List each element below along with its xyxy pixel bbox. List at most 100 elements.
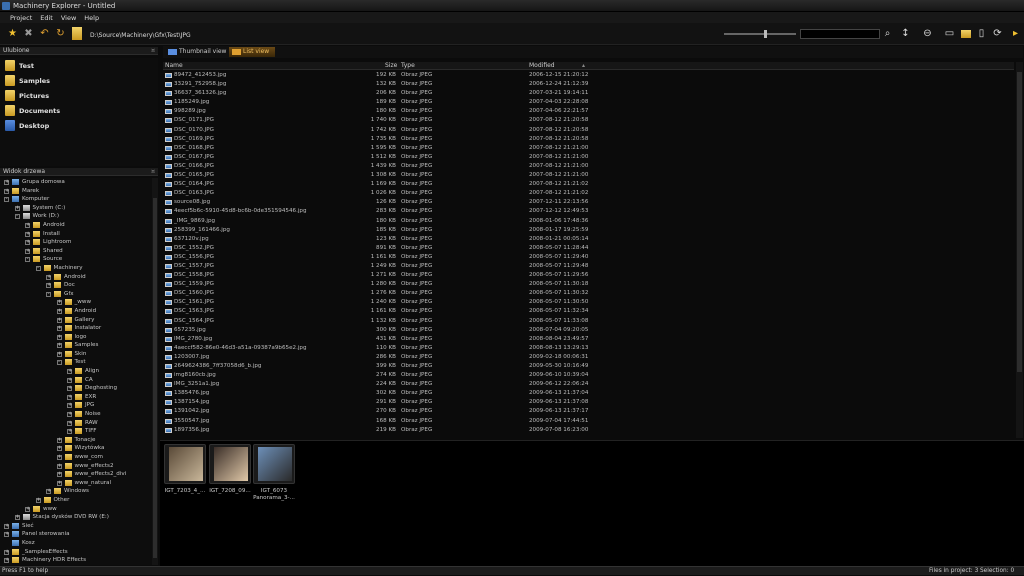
file-row[interactable]: 36637_361326.jpg 206 KB Obraz JPEG 2007-03-… [163,89,1014,98]
column-type[interactable]: Type [401,62,415,70]
file-row[interactable]: IMG_3251a1.jpg 224 KB Obraz JPEG 2009-06-12… [163,380,1014,389]
favorite-desktop[interactable]: Desktop [0,118,158,133]
tree-item[interactable]: + CA [0,376,152,385]
tree-item[interactable]: + logo [0,333,152,342]
tree-item[interactable]: + Shared [0,247,152,256]
tree-item[interactable]: - Test [0,358,152,367]
sort-icon[interactable]: ↕ [900,28,911,39]
favorite-samples[interactable]: Samples [0,73,158,88]
collapse-icon[interactable]: - [4,197,9,203]
tree-item[interactable]: - Machinery [0,264,152,273]
pin-icon[interactable]: ¤ [151,168,155,176]
star-icon[interactable]: ★ [7,28,18,39]
file-row[interactable]: 1385476.jpg 302 KB Obraz JPEG 2009-06-13 21… [163,389,1014,398]
expand-icon[interactable]: + [67,394,72,400]
tree-item[interactable]: + Android [0,221,152,230]
file-row[interactable]: 3550547.jpg 168 KB Obraz JPEG 2009-07-04 17… [163,417,1014,426]
file-row[interactable]: DSC_0169.JPG 1 735 KB Obraz JPEG 2007-08-12… [163,135,1014,144]
expand-icon[interactable]: + [56,300,62,306]
expand-icon[interactable]: + [25,248,30,254]
expand-icon[interactable]: + [25,231,30,237]
file-row[interactable]: DSC_0170.JPG 1 742 KB Obraz JPEG 2007-08-12… [163,126,1014,135]
expand-icon[interactable]: + [56,463,62,469]
expand-icon[interactable]: + [46,489,51,495]
collapse-icon[interactable]: - [14,214,20,220]
menu-edit[interactable]: Edit [36,12,57,22]
file-row[interactable]: DSC_1560.JPG 1 276 KB Obraz JPEG 2008-05-07… [163,289,1014,298]
close-icon[interactable]: ✖ [23,28,34,39]
tree-item[interactable]: + RAW [0,419,152,428]
tree-item[interactable]: - Gfx [0,290,152,299]
expand-icon[interactable]: + [56,437,62,443]
file-row[interactable]: _IMG_9869.jpg 180 KB Obraz JPEG 2008-01-06 … [163,217,1014,226]
view-mode-icon[interactable]: ▭ [944,28,955,39]
document-icon[interactable]: ▯ [976,28,987,39]
list-scrollbar[interactable] [1016,62,1023,438]
search-icon[interactable]: ⌕ [882,28,893,39]
expand-icon[interactable]: + [56,351,62,357]
file-row[interactable]: DSC_1561.JPG 1 240 KB Obraz JPEG 2008-05-07… [163,298,1014,307]
expand-icon[interactable]: + [67,369,72,375]
file-row[interactable]: DSC_0164.JPG 1 169 KB Obraz JPEG 2007-08-12… [163,180,1014,189]
refresh-icon[interactable]: ⟳ [992,28,1003,39]
file-row[interactable]: DSC_1557.JPG 1 249 KB Obraz JPEG 2008-05-07… [163,262,1014,271]
tree-item[interactable]: + Gallery [0,316,152,325]
file-row[interactable]: 258399_161466.jpg 185 KB Obraz JPEG 2008-01… [163,226,1014,235]
tree-item[interactable]: + _www [0,298,152,307]
column-size[interactable]: Size [385,62,397,70]
collapse-icon[interactable]: - [46,291,51,297]
file-row[interactable]: 4aeccf582-86e0-46d3-a51a-09387a9b65e2.jp… [163,344,1014,353]
file-row[interactable]: DSC_1558.JPG 1 271 KB Obraz JPEG 2008-05-07… [163,271,1014,280]
tree-item[interactable]: + JPG [0,401,152,410]
tree-item[interactable]: + www_effects2_divi [0,470,152,479]
expand-icon[interactable]: + [46,283,51,289]
tree-item[interactable]: Kosz [0,539,152,548]
project-thumbnail[interactable] [164,444,206,484]
column-name[interactable]: Name [165,62,183,70]
expand-icon[interactable]: + [4,523,9,529]
collapse-icon[interactable]: - [25,257,30,263]
scroll-thumb[interactable] [153,198,157,558]
tree-scrollbar[interactable] [152,178,158,565]
tree-item[interactable]: + www [0,505,152,514]
collapse-icon[interactable]: - [56,360,62,366]
expand-icon[interactable]: + [67,429,72,435]
favorite-test[interactable]: Test [0,58,158,73]
expand-icon[interactable]: + [56,317,62,323]
tree-item[interactable]: + Machinery HDR Effects [0,556,152,565]
file-row[interactable]: DSC_0165.JPG 1 308 KB Obraz JPEG 2007-08-12… [163,171,1014,180]
tree-item[interactable]: + Doc [0,281,152,290]
tree-item[interactable]: + Wizytówka [0,444,152,453]
expand-icon[interactable]: + [46,274,51,280]
file-row[interactable]: 4eecf5b6c-5910-45d8-bc6b-0de351594546.jp… [163,207,1014,216]
project-thumbnail[interactable] [209,444,251,484]
expand-icon[interactable]: + [25,240,30,246]
file-row[interactable]: img8160cb.jpg 274 KB Obraz JPEG 2009-06-10 … [163,371,1014,380]
redo-icon[interactable]: ↻ [55,28,66,39]
collapse-icon[interactable]: - [35,265,41,271]
expand-icon[interactable]: + [56,455,62,460]
tree-item[interactable]: + EXR [0,393,152,402]
file-row[interactable]: 637120v.jpg 123 KB Obraz JPEG 2008-01-21 00… [163,235,1014,244]
expand-icon[interactable]: + [56,480,62,486]
menu-help[interactable]: Help [80,12,103,22]
file-row[interactable]: DSC_1564.JPG 1 132 KB Obraz JPEG 2008-05-07… [163,317,1014,326]
file-row[interactable]: DSC_1556.JPG 1 161 KB Obraz JPEG 2008-05-07… [163,253,1014,262]
expand-icon[interactable]: + [56,446,62,452]
zoom-icon[interactable]: ⊖ [922,28,933,39]
slider-knob[interactable] [764,30,767,38]
tree-item[interactable]: + System (C:) [0,204,152,213]
tree-item[interactable]: - Work (D:) [0,212,152,221]
favorite-pictures[interactable]: Pictures [0,88,158,103]
tree-item[interactable]: + Android [0,273,152,282]
favorite-documents[interactable]: Documents [0,103,158,118]
file-row[interactable]: DSC_1563.JPG 1 161 KB Obraz JPEG 2008-05-07… [163,307,1014,316]
expand-icon[interactable]: + [67,386,72,392]
expand-icon[interactable]: + [67,403,72,409]
tree-item[interactable]: + www_natural [0,479,152,488]
file-row[interactable]: DSC_0166.JPG 1 439 KB Obraz JPEG 2007-08-12… [163,162,1014,171]
tree-item[interactable]: + Grupa domowa [0,178,152,187]
expand-icon[interactable]: + [35,497,41,503]
expand-icon[interactable]: + [56,334,62,340]
file-row[interactable]: 89472_412453.jpg 192 KB Obraz JPEG 2006-12-… [163,71,1014,80]
